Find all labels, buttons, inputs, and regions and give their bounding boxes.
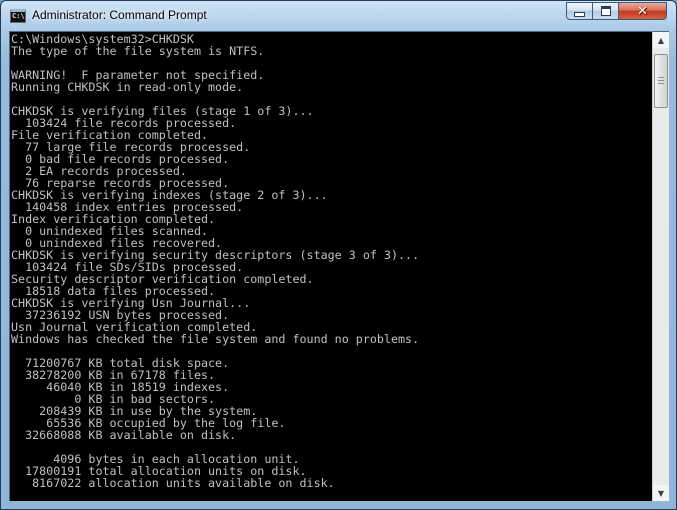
console-line: 8167022 allocation units available on di… [11,476,335,490]
title-bar[interactable]: C:\ Administrator: Command Prompt ✕ [1,1,676,31]
console-line: The type of the file system is NTFS. [11,44,265,58]
console-output[interactable]: C:\Windows\system32>CHKDSK The type of t… [9,31,652,501]
minimize-button[interactable] [566,2,593,20]
console-line: Running CHKDSK in read-only mode. [11,80,244,94]
console-text: C:\Windows\system32>CHKDSK The type of t… [10,32,652,489]
arrow-up-icon: ▲ [657,35,665,45]
vertical-scrollbar[interactable]: ▲ ▼ [652,31,669,501]
maximize-button[interactable] [593,2,619,20]
close-icon: ✕ [637,3,648,19]
grip-line [658,77,664,78]
scrollbar-thumb[interactable] [654,54,668,108]
close-button[interactable]: ✕ [619,2,667,20]
console-line: 32668088 KB available on disk. [11,428,237,442]
grip-line [658,83,664,84]
maximize-icon [600,6,611,16]
window-title: Administrator: Command Prompt [32,8,207,22]
minimize-icon [574,11,585,17]
scroll-up-button[interactable]: ▲ [653,32,669,48]
command-prompt-window: C:\ Administrator: Command Prompt ✕ C:\W… [0,0,677,510]
console-line: Windows has checked the file system and … [11,332,420,346]
cmd-icon[interactable]: C:\ [10,9,26,23]
cmd-icon-label: C:\ [12,12,25,20]
arrow-down-icon: ▼ [657,488,665,498]
scroll-down-button[interactable]: ▼ [653,485,669,501]
grip-line [658,80,664,81]
